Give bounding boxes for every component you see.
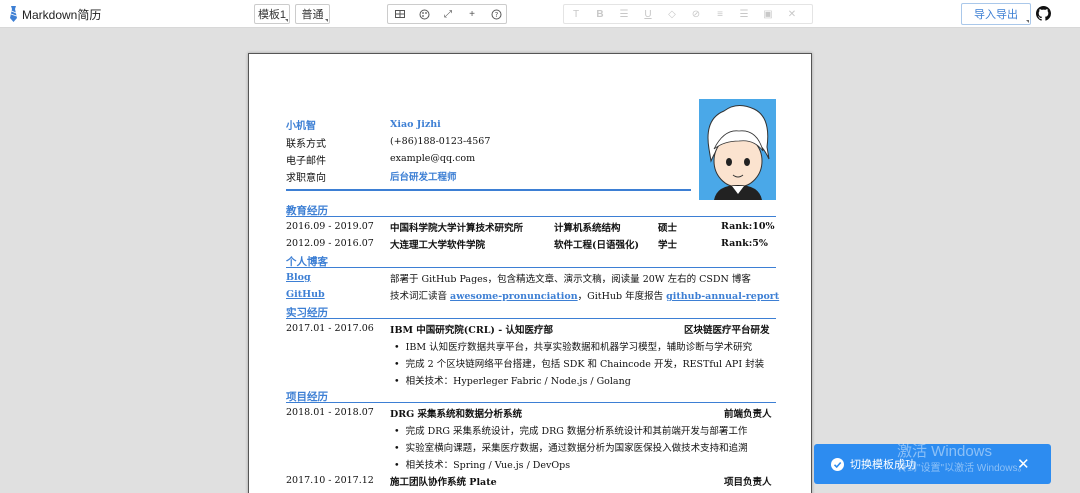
check-circle-icon: [831, 458, 844, 471]
intent-label: 求职意向: [286, 173, 326, 184]
list-item: 实验室横向课题，采集医疗数据，通过数据分析为国家医保投入做技术支持和追溯: [394, 440, 748, 454]
edu-school: 大连理工大学软件学院: [390, 240, 486, 251]
edu-major: 软件工程(日语强化): [554, 240, 639, 251]
plus-icon[interactable]: +: [461, 5, 483, 23]
mode-select[interactable]: 普通: [295, 4, 330, 24]
blog-desc-mid: ，GitHub 年度报告: [577, 291, 664, 302]
align-center-icon[interactable]: ☰: [733, 5, 755, 23]
contact-value: (+86)188-0123-4567: [390, 136, 491, 147]
app-title: Markdown简历: [22, 7, 102, 22]
palette-icon[interactable]: [413, 5, 435, 23]
blog-desc-2: 技术词汇读音 awesome-pronunciation，GitHub 年度报告…: [390, 288, 779, 302]
section-divider: [286, 402, 776, 403]
insert-tools: ⤢ + ?: [387, 4, 507, 24]
chevron-down-icon: [1026, 20, 1029, 23]
project-period: 2017.10 - 2017.12: [286, 475, 374, 486]
tie-logo-icon: [10, 6, 17, 22]
list-item: IBM 认知医疗数据共享平台，共享实验数据和机器学习模型，辅助诊断与学术研究: [394, 339, 752, 353]
mode-label: 普通: [301, 9, 324, 21]
edu-school: 中国科学院大学计算技术研究所: [390, 223, 524, 234]
import-export-label: 导入导出: [974, 9, 1018, 21]
header-divider: [286, 189, 691, 191]
svg-text:?: ?: [494, 11, 498, 19]
bold-icon[interactable]: B: [589, 5, 611, 23]
list-item: 完成 2 个区块链网络平台搭建，包括 SDK 和 Chaincode 开发，RE…: [394, 356, 765, 370]
project-name: DRG 采集系统和数据分析系统: [390, 409, 523, 420]
list-item: 完成 DRG 采集系统设计，完成 DRG 数据分析系统设计和其前端开发与部署工作: [394, 423, 748, 437]
resume-page[interactable]: 小机智 Xiao Jizhi 联系方式 (+86)188-0123-4567 电…: [248, 53, 812, 493]
intern-org: IBM 中国研究院(CRL) - 认知医疗部: [390, 325, 553, 336]
chevron-down-icon: [325, 19, 328, 22]
activation-watermark-title: 激活 Windows: [897, 443, 993, 460]
avatar: [699, 99, 776, 200]
table-icon[interactable]: [389, 5, 411, 23]
email-value: example@qq.com: [390, 153, 476, 164]
edu-period: 2012.09 - 2016.07: [286, 238, 374, 249]
section-divider: [286, 318, 776, 319]
template-select[interactable]: 模板1: [254, 4, 290, 24]
blog-desc-prefix: 技术词汇读音: [390, 291, 448, 302]
name-value: Xiao Jizhi: [390, 119, 441, 130]
fullscreen-icon[interactable]: ⤢: [437, 5, 459, 23]
intent-value: 后台研发工程师: [390, 172, 457, 183]
activation-watermark-hint: 转到"设置"以激活 Windows。: [897, 463, 1028, 474]
edu-major: 计算机系统结构: [554, 223, 621, 234]
list-icon[interactable]: ☰: [613, 5, 635, 23]
email-label: 电子邮件: [286, 156, 326, 167]
list-item: 相关技术：Spring / Vue.js / DevOps: [394, 457, 571, 471]
pronunciation-link[interactable]: awesome-pronunciation: [450, 291, 578, 302]
blog-desc-1: 部署于 GitHub Pages，包含精选文章、演示文稿，阅读量 20W 左右的…: [390, 274, 751, 285]
intern-role: 区块链医疗平台研发: [684, 325, 770, 336]
blog-link[interactable]: Blog: [286, 272, 311, 283]
section-divider: [286, 267, 776, 268]
underline-icon[interactable]: U: [637, 5, 659, 23]
project-name: 施工团队协作系统 Plate: [390, 477, 497, 488]
link-icon[interactable]: ⊘: [685, 5, 707, 23]
fill-color-icon[interactable]: ◇: [661, 5, 683, 23]
import-export-button[interactable]: 导入导出: [961, 3, 1031, 25]
annual-report-link[interactable]: github-annual-report: [666, 291, 779, 302]
format-tools: T B ☰ U ◇ ⊘ ≡ ☰ ▣ ✕: [563, 4, 813, 24]
template-label: 模板1: [257, 9, 287, 21]
align-left-icon[interactable]: ≡: [709, 5, 731, 23]
delete-icon[interactable]: ✕: [781, 5, 803, 23]
github-link[interactable]: GitHub: [286, 289, 325, 300]
project-period: 2018.01 - 2018.07: [286, 407, 374, 418]
edu-degree: 硕士: [658, 223, 678, 234]
section-divider: [286, 216, 776, 217]
project-role: 项目负责人: [724, 477, 772, 488]
contact-label: 联系方式: [286, 139, 326, 150]
list-item: 相关技术：Hyperleger Fabric / Node.js / Golan…: [394, 373, 631, 387]
edu-period: 2016.09 - 2019.07: [286, 221, 374, 232]
text-icon[interactable]: T: [565, 5, 587, 23]
image-icon[interactable]: ▣: [757, 5, 779, 23]
top-toolbar: Markdown简历 模板1 普通 ⤢ + ? T B ☰ U ◇ ⊘ ≡ ☰ …: [0, 0, 1080, 28]
app-logo[interactable]: Markdown简历: [9, 4, 101, 24]
edu-rank: Rank:10%: [721, 221, 775, 232]
edu-degree: 学士: [658, 240, 678, 251]
intern-period: 2017.01 - 2017.06: [286, 323, 374, 334]
github-icon[interactable]: [1036, 6, 1051, 21]
chevron-down-icon: [285, 19, 288, 22]
edu-rank: Rank:5%: [721, 238, 768, 249]
project-role: 前端负责人: [724, 409, 772, 420]
help-icon[interactable]: ?: [485, 5, 507, 23]
name-label: 小机智: [286, 121, 316, 132]
